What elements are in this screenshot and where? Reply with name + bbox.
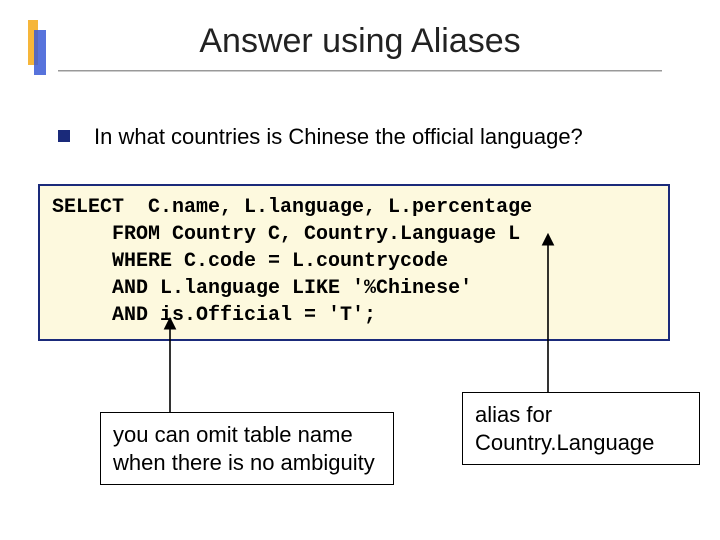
code-line-3: WHERE C.code = L.countrycode — [52, 250, 448, 273]
title-underline — [58, 70, 662, 72]
annotation-omit-table-name: you can omit table name when there is no… — [100, 412, 394, 485]
annotation-alias-for: alias for Country.Language — [462, 392, 700, 465]
code-line-1a: SELECT — [52, 196, 148, 219]
code-line-4: AND L.language LIKE '%Chinese' — [52, 277, 472, 300]
code-line-1b: C.name, L.language, L.percentage — [148, 196, 532, 219]
bullet-row: In what countries is Chinese the officia… — [58, 124, 680, 150]
code-line-5: AND is.Official = 'T'; — [52, 304, 376, 327]
code-line-2: FROM Country C, Country.Language L — [52, 223, 520, 246]
bullet-text: In what countries is Chinese the officia… — [94, 124, 583, 150]
sql-code-block: SELECT C.name, L.language, L.percentage … — [38, 184, 670, 341]
title-container: Answer using Aliases — [0, 22, 720, 67]
slide-title: Answer using Aliases — [199, 22, 520, 67]
bullet-square-icon — [58, 130, 70, 142]
